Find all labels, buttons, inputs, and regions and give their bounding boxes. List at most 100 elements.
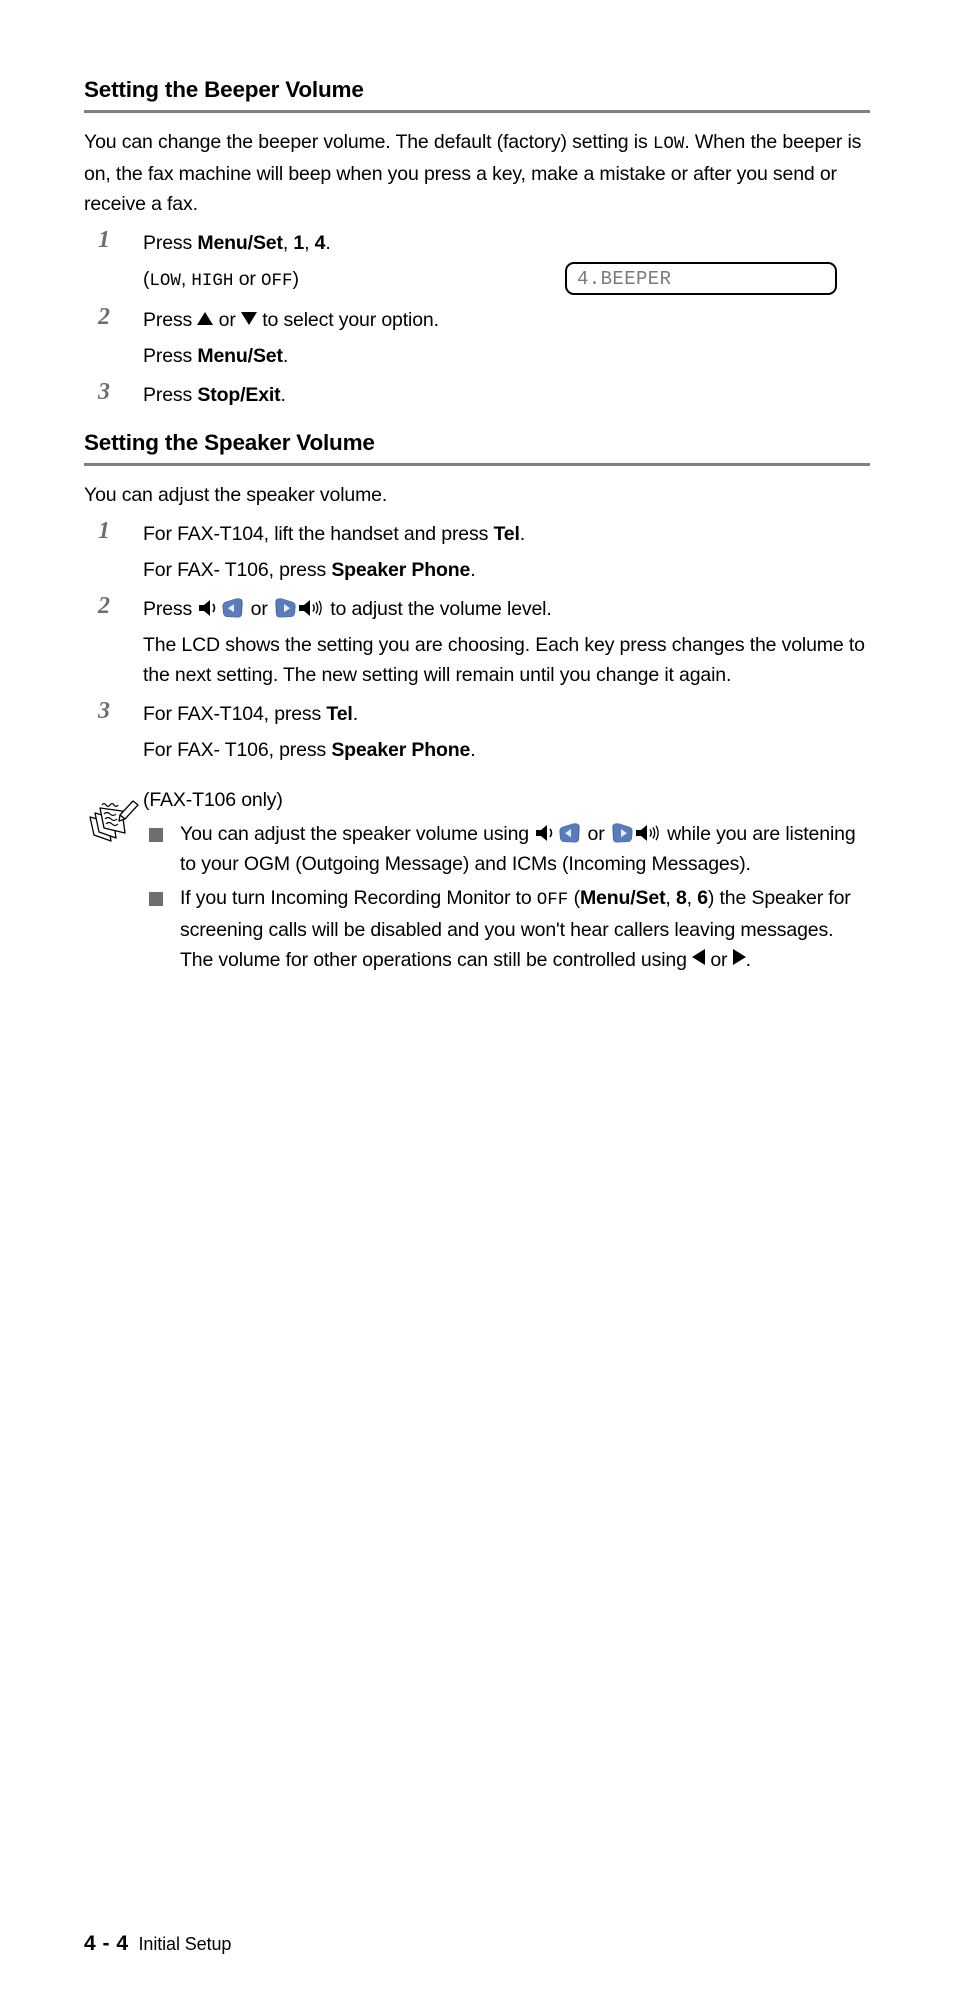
footer-page-number: 4 - 4: [84, 1932, 129, 1955]
key-label-6: 6: [697, 886, 708, 909]
step-text: .: [470, 558, 476, 581]
separator: ,: [180, 267, 192, 290]
volume-down-key-group: [197, 596, 245, 620]
step-text: For FAX- T106, press: [143, 738, 332, 761]
steps-list-speaker: 1 For FAX-T104, lift the handset and pre…: [84, 517, 870, 765]
document-page: Setting the Beeper Volume You can change…: [0, 0, 954, 2006]
volume-up-key-group: [610, 821, 662, 845]
bullet-square-icon: [149, 827, 163, 842]
key-label-1: 1: [293, 231, 305, 254]
step-item: 1 For FAX-T104, lift the handset and pre…: [84, 517, 870, 585]
bullet-text: .: [745, 948, 751, 971]
step-body-text: The LCD shows the setting you are choosi…: [143, 633, 865, 686]
step-line: For FAX- T106, press Speaker Phone.: [143, 735, 870, 765]
key-label-speaker-phone: Speaker Phone: [331, 738, 471, 761]
bullet-text: If you turn Incoming Recording Monitor t…: [180, 886, 537, 909]
key-label-tel: Tel: [493, 522, 520, 545]
down-triangle-icon: [240, 311, 257, 325]
left-arrow-key-icon: [222, 597, 243, 617]
bullet-text: ,: [665, 886, 676, 909]
key-label-4: 4: [314, 231, 326, 254]
step-text: .: [352, 702, 358, 725]
step-line: Press Menu/Set, 1, 4.: [143, 228, 870, 258]
bullet-text: or: [705, 948, 733, 971]
step-number: 2: [98, 303, 110, 330]
step-item: 2 Press or to adjust the volume level. T…: [84, 592, 870, 690]
step-text: For FAX-T104, lift the handset and press: [143, 522, 494, 545]
intro-text-part1: You can change the beeper volume. The de…: [84, 130, 653, 153]
right-arrow-key-icon: [612, 822, 633, 842]
key-label-menu-set: Menu/Set: [197, 344, 283, 367]
bullet-square-icon: [149, 891, 163, 906]
step-text: or: [245, 597, 273, 620]
step-text: ,: [282, 231, 294, 254]
step-number: 1: [98, 517, 110, 544]
right-triangle-icon: [732, 948, 746, 965]
step-text: Press: [143, 597, 198, 620]
step-text: .: [280, 383, 286, 406]
option-high: HIGH: [191, 270, 234, 291]
right-arrow-key-icon: [275, 597, 296, 617]
left-arrow-key-icon: [559, 822, 580, 842]
step-line: For FAX-T104, press Tel.: [143, 699, 870, 729]
key-label-stop-exit: Stop/Exit: [197, 383, 281, 406]
step-text: For FAX-T104, press: [143, 702, 327, 725]
bullet-text: You can adjust the speaker volume using: [180, 822, 535, 845]
note-block: (FAX-T106 only) You can adjust the speak…: [84, 785, 870, 975]
heading-rule: [84, 109, 870, 113]
option-off: OFF: [536, 889, 569, 910]
footer-section-label: Initial Setup: [138, 1934, 232, 1954]
bullet-text: or: [582, 822, 610, 845]
step-text: Press: [143, 383, 198, 406]
step-text: .: [519, 522, 526, 545]
step-text: to select your option.: [256, 308, 439, 331]
intro-mono-low: LOW: [652, 133, 685, 154]
step-line: Press or to select your option.: [143, 305, 870, 335]
step-text: Press: [143, 344, 198, 367]
key-label-menu-set: Menu/Set: [579, 886, 666, 909]
bullet-text: ,: [686, 886, 698, 909]
intro-paragraph-speaker: You can adjust the speaker volume.: [84, 483, 388, 506]
step-text: Press: [143, 308, 198, 331]
step-text: For FAX- T106, press: [143, 558, 332, 581]
up-triangle-icon: [197, 311, 214, 325]
speaker-high-icon: [298, 599, 322, 616]
step-text: Press: [143, 231, 198, 254]
left-triangle-icon: [692, 948, 706, 965]
step-text: to adjust the volume level.: [324, 597, 552, 620]
list-item: You can adjust the speaker volume using …: [143, 819, 870, 879]
option-off: OFF: [261, 270, 293, 291]
step-number: 1: [98, 226, 110, 253]
lcd-display-callout: 4.BEEPER: [565, 262, 837, 295]
step-line: For FAX-T104, lift the handset and press…: [143, 519, 870, 549]
step-number: 2: [98, 592, 110, 619]
step-line: Press or to adjust the volume level.: [143, 594, 870, 624]
step-number: 3: [98, 697, 110, 724]
intro-paragraph-beeper: You can change the beeper volume. The de…: [84, 127, 870, 219]
step-item: 3 Press Stop/Exit.: [84, 379, 870, 410]
volume-down-key-group: [534, 821, 582, 845]
heading-rule: [84, 462, 870, 466]
section-heading-speaker-volume: Setting the Speaker Volume: [84, 429, 375, 455]
paren-close: ): [292, 267, 300, 290]
key-label-speaker-phone: Speaker Phone: [331, 558, 471, 581]
step-text: or: [213, 308, 241, 331]
list-item: If you turn Incoming Recording Monitor t…: [143, 883, 870, 975]
step-line: Press Menu/Set.: [143, 341, 870, 371]
section-heading-beeper-volume: Setting the Beeper Volume: [84, 77, 364, 102]
page-footer: 4 - 4 Initial Setup: [84, 1932, 231, 1956]
step-line: For FAX- T106, press Speaker Phone.: [143, 555, 870, 585]
key-label-menu-set: Menu/Set: [197, 231, 283, 254]
separator: or: [233, 267, 261, 290]
step-text: .: [325, 231, 331, 254]
step-text: .: [282, 344, 289, 367]
key-label-8: 8: [675, 886, 687, 909]
key-label-tel: Tel: [326, 702, 353, 725]
option-low: LOW: [149, 270, 181, 291]
speaker-low-icon: [199, 599, 216, 616]
step-text: ,: [304, 231, 315, 254]
steps-list-beeper: 1 Press Menu/Set, 1, 4. (LOW, HIGH or OF…: [84, 226, 870, 410]
speaker-high-icon: [635, 824, 659, 841]
step-item: 3 For FAX-T104, press Tel. For FAX- T106…: [84, 697, 870, 765]
page-content: Setting the Beeper Volume You can change…: [84, 77, 870, 975]
